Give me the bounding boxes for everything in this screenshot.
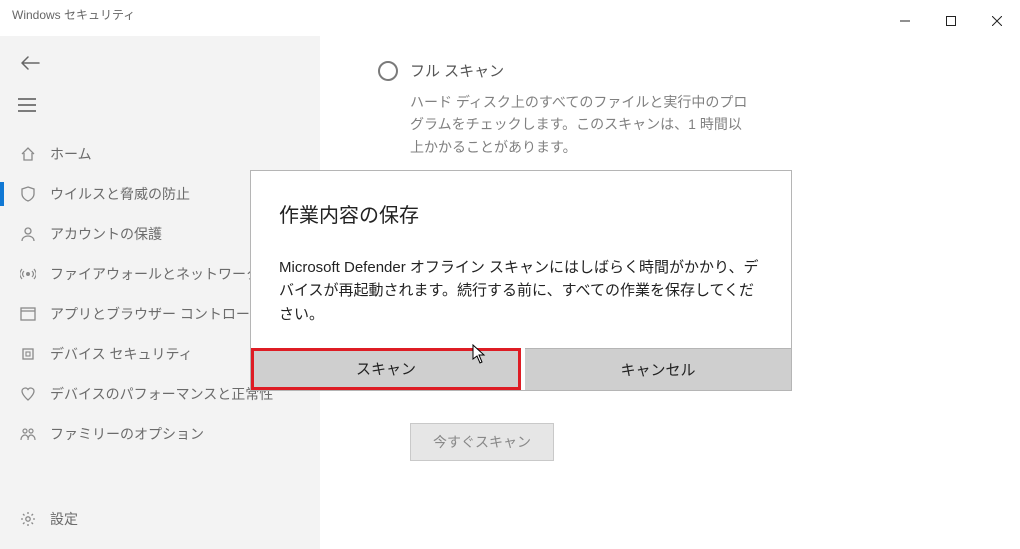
dialog-body: Microsoft Defender オフライン スキャンにはしばらく時間がかか… [279,256,763,326]
radio-icon[interactable] [378,61,398,81]
dialog-cancel-button[interactable]: キャンセル [525,348,791,390]
sidebar-item-label: アプリとブラウザー コントロール [50,304,264,324]
maximize-button[interactable] [928,6,974,36]
dialog-button-row: スキャン キャンセル [251,348,791,390]
gear-icon [16,511,40,527]
dialog-scan-button[interactable]: スキャン [251,348,521,390]
dialog-title: 作業内容の保存 [279,199,763,228]
titlebar: Windows セキュリティ [0,0,1020,36]
sidebar-item-label: ウイルスと脅威の防止 [50,184,190,204]
window-title: Windows セキュリティ [12,6,135,23]
sidebar-item-label: デバイスのパフォーマンスと正常性 [50,384,273,404]
save-work-dialog: 作業内容の保存 Microsoft Defender オフライン スキャンにはし… [250,170,792,391]
scan-now-button[interactable]: 今すぐスキャン [410,423,554,461]
menu-icon[interactable] [18,98,36,115]
sidebar-item-label: デバイス セキュリティ [50,344,193,364]
shield-icon [16,186,40,202]
back-button[interactable] [20,56,40,73]
sidebar-item-label: 設定 [50,509,78,529]
close-button[interactable] [974,6,1020,36]
people-icon [16,426,40,442]
sidebar-item-label: ホーム [50,144,92,164]
person-icon [16,226,40,242]
scan-option-description: ハード ディスク上のすべてのファイルと実行中のプログラムをチェックします。このス… [410,91,750,158]
sidebar-item-family[interactable]: ファミリーのオプション [0,414,320,454]
scan-option-label: フル スキャン [410,60,504,81]
sidebar-item-label: アカウントの保護 [50,224,162,244]
window-controls [882,6,1020,36]
sidebar-item-home[interactable]: ホーム [0,134,320,174]
home-icon [16,146,40,162]
window-icon [16,306,40,322]
broadcast-icon [16,266,40,282]
scan-option-full[interactable]: フル スキャン ハード ディスク上のすべてのファイルと実行中のプログラムをチェッ… [378,60,980,158]
sidebar-item-label: ファミリーのオプション [50,424,204,444]
chip-icon [16,346,40,362]
sidebar-item-settings[interactable]: 設定 [0,499,320,539]
minimize-button[interactable] [882,6,928,36]
heart-icon [16,386,40,402]
